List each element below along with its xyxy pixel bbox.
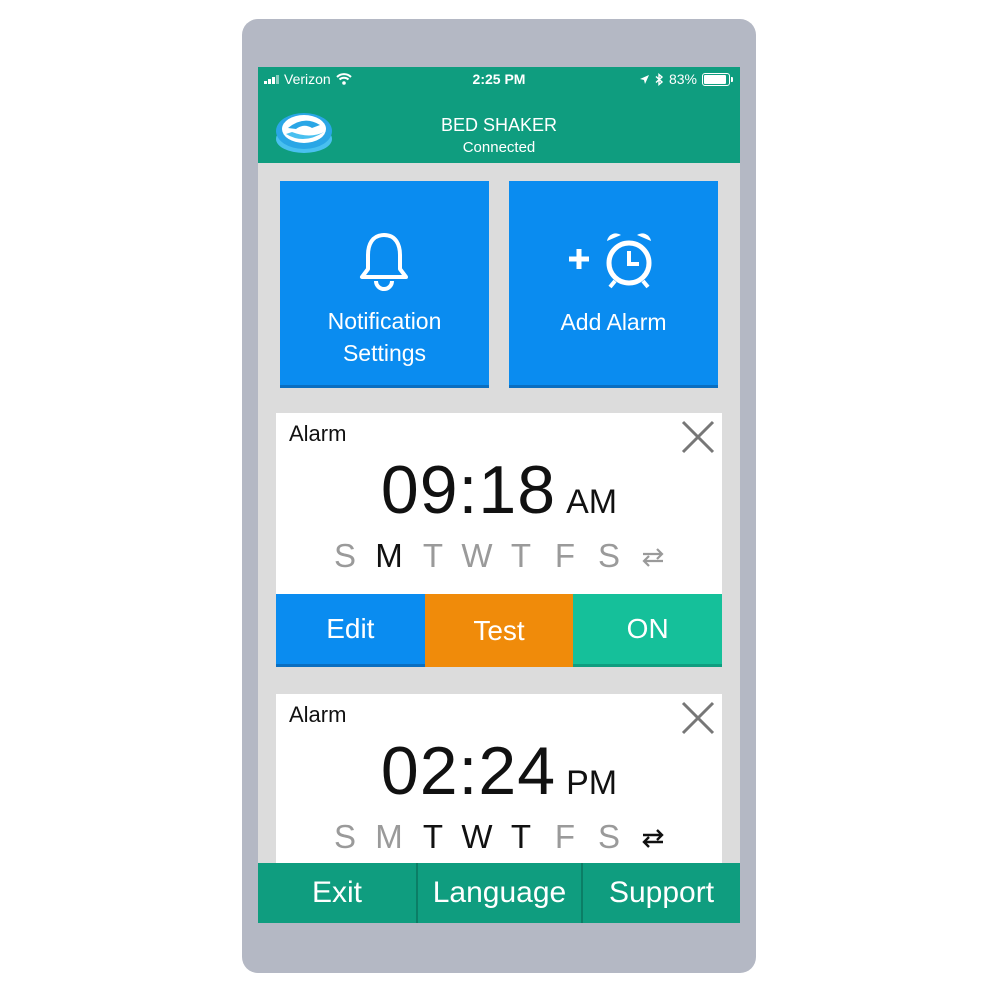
day-saturday: S bbox=[597, 818, 620, 855]
alarm-time-row: 09:18 AM bbox=[276, 451, 722, 529]
day-sunday: S bbox=[333, 537, 356, 574]
add-alarm-label: Add Alarm bbox=[560, 309, 667, 335]
status-bar-right: 83% bbox=[639, 71, 733, 87]
alarm-time-row: 02:24 PM bbox=[276, 732, 722, 810]
alarm-days: SMTWTFS bbox=[276, 818, 722, 858]
support-button[interactable]: Support bbox=[583, 863, 740, 923]
location-icon bbox=[639, 74, 649, 84]
day-thursday: T bbox=[510, 537, 532, 574]
notification-label-line2: Settings bbox=[342, 340, 427, 366]
day-friday: F bbox=[554, 818, 576, 855]
alarm-toggle-button[interactable]: ON bbox=[573, 594, 723, 667]
connection-status: Connected bbox=[462, 139, 536, 156]
alarm-card: Alarm 09:18 AM SMTWTFS Edit Test ON bbox=[276, 413, 723, 667]
day-sunday: S bbox=[333, 818, 356, 855]
day-friday: F bbox=[554, 537, 576, 574]
notification-settings-button[interactable]: Notification Settings bbox=[280, 181, 489, 388]
day-thursday: T bbox=[510, 818, 532, 855]
day-saturday: S bbox=[597, 537, 620, 574]
repeat-icon bbox=[631, 820, 675, 858]
app-screen: Verizon 2:25 PM 83% BED SHAKER Connected… bbox=[258, 67, 740, 923]
close-icon[interactable] bbox=[680, 419, 716, 455]
alarm-time: 02:24 bbox=[380, 733, 557, 809]
edit-button[interactable]: Edit bbox=[276, 594, 425, 667]
device-name: BED SHAKER bbox=[440, 115, 558, 135]
bottom-nav: Exit Language Support bbox=[258, 863, 740, 923]
add-alarm-button[interactable]: Add Alarm bbox=[509, 181, 718, 388]
day-monday: M bbox=[375, 537, 403, 574]
bluetooth-icon bbox=[655, 72, 664, 86]
test-button[interactable]: Test bbox=[424, 594, 574, 667]
alarm-days: SMTWTFS bbox=[276, 537, 722, 577]
app-header: BED SHAKER Connected bbox=[258, 91, 740, 163]
plus-alarm-clock-icon bbox=[569, 233, 652, 289]
alarm-time: 09:18 bbox=[380, 452, 557, 528]
alarm-label: Alarm bbox=[289, 702, 347, 727]
language-button[interactable]: Language bbox=[418, 863, 583, 923]
day-monday: M bbox=[375, 818, 403, 855]
bell-icon bbox=[360, 233, 408, 291]
day-wednesday: W bbox=[461, 537, 493, 574]
battery-icon bbox=[702, 72, 733, 86]
alarm-actions: Edit Test ON bbox=[276, 594, 723, 667]
repeat-icon bbox=[631, 539, 675, 577]
alarm-ampm: PM bbox=[566, 764, 618, 802]
status-bar: Verizon 2:25 PM 83% bbox=[258, 67, 740, 91]
notification-label-line1: Notification bbox=[327, 308, 442, 334]
day-tuesday: T bbox=[422, 537, 444, 574]
alarm-label: Alarm bbox=[289, 421, 347, 446]
exit-button[interactable]: Exit bbox=[258, 863, 418, 923]
day-tuesday: T bbox=[422, 818, 444, 855]
battery-percent: 83% bbox=[668, 71, 697, 87]
close-icon[interactable] bbox=[680, 700, 716, 736]
alarm-ampm: AM bbox=[566, 483, 618, 521]
day-wednesday: W bbox=[461, 818, 493, 855]
